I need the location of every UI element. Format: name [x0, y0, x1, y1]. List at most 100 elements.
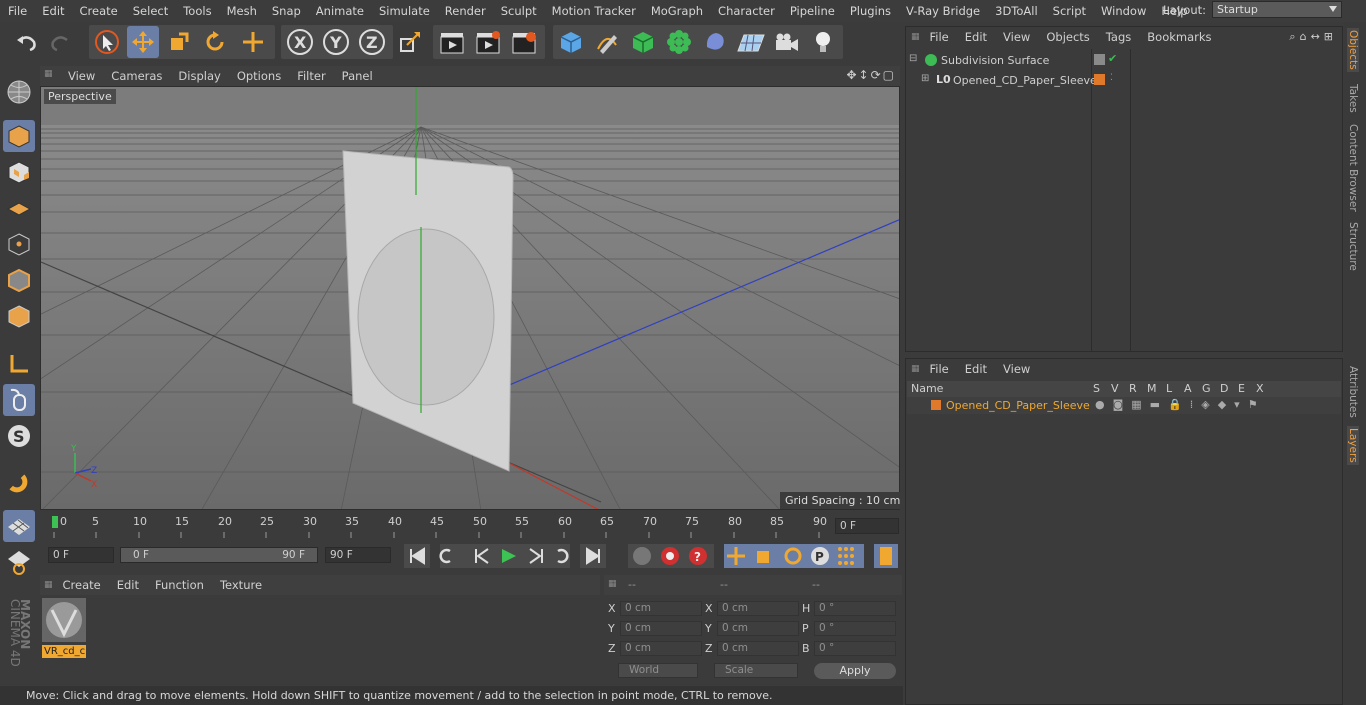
viewport-menu-view[interactable]: View [60, 69, 103, 83]
size-y-field[interactable]: 0 cm [717, 621, 799, 636]
tab-structure[interactable]: Structure [1347, 222, 1359, 271]
pen-spline-button[interactable] [591, 26, 623, 58]
size-z-field[interactable]: 0 cm [717, 641, 799, 656]
texture-mode-button[interactable] [3, 156, 35, 188]
viewport-menu-display[interactable]: Display [170, 69, 228, 83]
menu-file[interactable]: File [0, 4, 34, 18]
om-menu-objects[interactable]: Objects [1038, 30, 1097, 44]
menu-mograph[interactable]: MoGraph [643, 4, 710, 18]
visibility-toggle-icon[interactable] [1094, 54, 1105, 65]
scale-tool-button[interactable] [163, 26, 195, 58]
workplane-lock-button[interactable] [3, 510, 35, 542]
tab-layers[interactable]: Layers [1347, 426, 1359, 465]
viewport-3d[interactable]: Y Z X [40, 86, 900, 510]
menu-script[interactable]: Script [1045, 4, 1093, 18]
col-view[interactable]: V [1111, 382, 1119, 395]
lm-menu-view[interactable]: View [995, 362, 1038, 376]
col-name[interactable]: Name [911, 382, 943, 395]
solo-button[interactable]: S [3, 420, 35, 452]
redo-button[interactable] [45, 26, 77, 58]
size-mode-select[interactable]: Scale [714, 663, 798, 678]
coordinate-system-button[interactable] [393, 26, 425, 58]
object-row[interactable]: ⊞ L0 Opened_CD_Paper_Sleeve [907, 72, 1097, 90]
x-axis-button[interactable]: X [284, 26, 316, 58]
menu-tools[interactable]: Tools [175, 4, 218, 18]
undo-button[interactable] [10, 26, 42, 58]
menu-select[interactable]: Select [125, 4, 175, 18]
current-frame-field[interactable]: 0 F [835, 518, 899, 534]
viewport-nav-icons[interactable]: ✥↕⟳▢ [846, 68, 896, 82]
model-mode-button[interactable] [3, 120, 35, 152]
om-menu-file[interactable]: File [922, 30, 957, 44]
rotation-h-field[interactable]: 0 ° [814, 601, 896, 616]
tab-attributes[interactable]: Attributes [1347, 366, 1359, 418]
render-picture-viewer-button[interactable] [472, 26, 504, 58]
position-y-field[interactable]: 0 cm [620, 621, 702, 636]
deformer-button[interactable] [699, 26, 731, 58]
om-toolbar-icons[interactable]: ⌕⌂↔⊞ [1289, 30, 1337, 44]
material-swatch[interactable]: VR_cd_c [42, 598, 86, 658]
subdivision-button[interactable] [627, 26, 659, 58]
menu-simulate[interactable]: Simulate [371, 4, 437, 18]
position-z-field[interactable]: 0 cm [620, 641, 702, 656]
material-menu-edit[interactable]: Edit [109, 578, 147, 592]
col-expressions[interactable]: E [1238, 382, 1245, 395]
apply-button[interactable]: Apply [814, 663, 896, 679]
enabled-check-icon[interactable]: ✔ [1108, 52, 1117, 65]
snap-button[interactable] [3, 468, 35, 500]
lm-menu-file[interactable]: File [922, 362, 957, 376]
menu-edit[interactable]: Edit [34, 4, 71, 18]
col-xref[interactable]: X [1256, 382, 1264, 395]
range-slider[interactable]: 0 F 90 F [120, 547, 318, 563]
move-tool-button[interactable] [127, 26, 159, 58]
size-x-field[interactable]: 0 cm [717, 601, 799, 616]
object-flags[interactable]: ⁚ [1094, 73, 1124, 88]
material-menu-create[interactable]: Create [55, 578, 109, 592]
menu-character[interactable]: Character [710, 4, 782, 18]
workplane-snap-button[interactable] [3, 546, 35, 578]
viewport-menu-panel[interactable]: Panel [334, 69, 381, 83]
z-axis-button[interactable]: Z [356, 26, 388, 58]
render-view-button[interactable] [436, 26, 468, 58]
menu-create[interactable]: Create [72, 4, 125, 18]
col-deformers[interactable]: D [1220, 382, 1228, 395]
viewport-menu-filter[interactable]: Filter [289, 69, 333, 83]
render-settings-button[interactable] [508, 26, 540, 58]
tab-takes[interactable]: Takes [1347, 84, 1359, 113]
points-mode-button[interactable] [3, 228, 35, 260]
make-editable-button[interactable] [3, 76, 35, 108]
col-render[interactable]: R [1129, 382, 1137, 395]
menu-sculpt[interactable]: Sculpt [493, 4, 544, 18]
light-button[interactable] [807, 26, 839, 58]
viewport-menu-options[interactable]: Options [229, 69, 289, 83]
menu-window[interactable]: Window [1093, 4, 1153, 18]
menu-snap[interactable]: Snap [264, 4, 308, 18]
menu-render[interactable]: Render [437, 4, 493, 18]
om-menu-edit[interactable]: Edit [957, 30, 995, 44]
record-controls[interactable]: ? [628, 543, 718, 569]
lm-menu-edit[interactable]: Edit [957, 362, 995, 376]
object-flags[interactable]: ✔ [1094, 52, 1124, 68]
menu-pipeline[interactable]: Pipeline [782, 4, 842, 18]
col-solo[interactable]: S [1093, 382, 1100, 395]
polygons-mode-button[interactable] [3, 300, 35, 332]
end-frame-field[interactable]: 90 F [325, 547, 391, 563]
col-locked[interactable]: L [1166, 382, 1172, 395]
timeline-ruler[interactable]: 0 5 10 15 20 25 30 35 40 45 50 55 60 65 … [40, 512, 902, 542]
menu-animate[interactable]: Animate [308, 4, 371, 18]
cloner-button[interactable] [663, 26, 695, 58]
layer-row[interactable]: Opened_CD_Paper_Sleeve ●◙▦▬🔒⁞◈◆▾⚑ [907, 397, 1341, 414]
col-generators[interactable]: G [1202, 382, 1211, 395]
menu-motion-tracker[interactable]: Motion Tracker [544, 4, 643, 18]
col-animation[interactable]: A [1184, 382, 1192, 395]
object-row[interactable]: ⊟ Subdivision Surface [907, 52, 1091, 70]
live-selection-button[interactable] [237, 26, 269, 58]
start-frame-field[interactable]: 0 F [48, 547, 114, 563]
workplane-mode-button[interactable] [3, 192, 35, 224]
tab-content-browser[interactable]: Content Browser [1347, 124, 1359, 212]
menu-vray-bridge[interactable]: V-Ray Bridge [898, 4, 987, 18]
layer-color-swatch[interactable] [931, 400, 941, 410]
viewport-menu-cameras[interactable]: Cameras [103, 69, 170, 83]
menu-plugins[interactable]: Plugins [842, 4, 898, 18]
rotation-b-field[interactable]: 0 ° [814, 641, 896, 656]
